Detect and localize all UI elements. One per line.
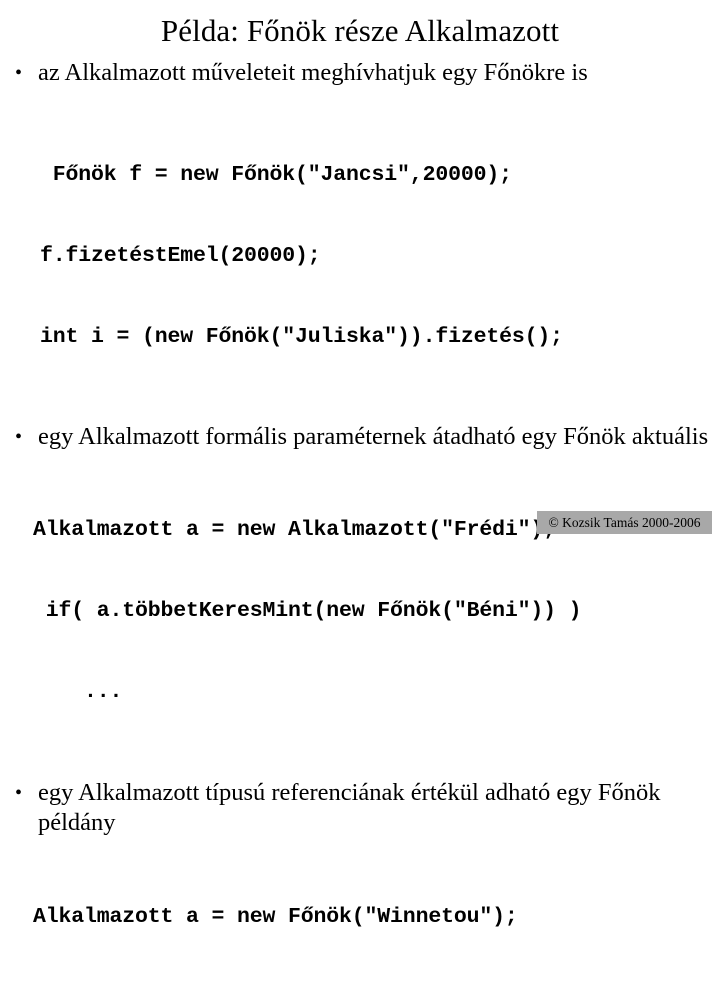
page-title: Példa: Főnök része Alkalmazott xyxy=(160,13,560,48)
bullet-marker-icon: • xyxy=(15,426,23,448)
list-item: • az Alkalmazott műveleteit meghívhatjuk… xyxy=(0,58,720,88)
bullet-marker-icon: • xyxy=(15,62,23,84)
list-item: • egy Alkalmazott formális paraméternek … xyxy=(0,422,720,452)
code-line: Főnök f = new Főnök("Jancsi",20000); xyxy=(40,163,512,187)
code-line: Alkalmazott a = new Főnök("Winnetou"); xyxy=(33,905,518,929)
bullet-marker-icon: • xyxy=(15,782,23,804)
list-item-text: egy Alkalmazott formális paraméternek át… xyxy=(38,423,709,450)
list-item: • egy Alkalmazott típusú referenciának é… xyxy=(0,778,720,838)
code-block: Alkalmazott a = new Alkalmazott("Frédi")… xyxy=(0,463,720,760)
code-line: f.fizetéstEmel(20000); xyxy=(40,244,321,268)
code-block: Alkalmazott a = new Főnök("Winnetou"); xyxy=(0,850,720,985)
code-line: int i = (new Főnök("Juliska")).fizetés()… xyxy=(40,325,563,349)
list-item-text: egy Alkalmazott típusú referenciának ért… xyxy=(38,779,661,836)
slide: Példa: Főnök része Alkalmazott • az Alka… xyxy=(0,0,720,929)
code-line: if( a.többetKeresMint(new Főnök("Béni"))… xyxy=(33,599,582,623)
list-item-text: az Alkalmazott műveleteit meghívhatjuk e… xyxy=(38,59,588,86)
code-block: Főnök f = new Főnök("Jancsi",20000); f.f… xyxy=(0,108,720,405)
code-line: ... xyxy=(33,680,123,704)
copyright-footer: © Kozsik Tamás 2000-2006 xyxy=(537,511,712,534)
